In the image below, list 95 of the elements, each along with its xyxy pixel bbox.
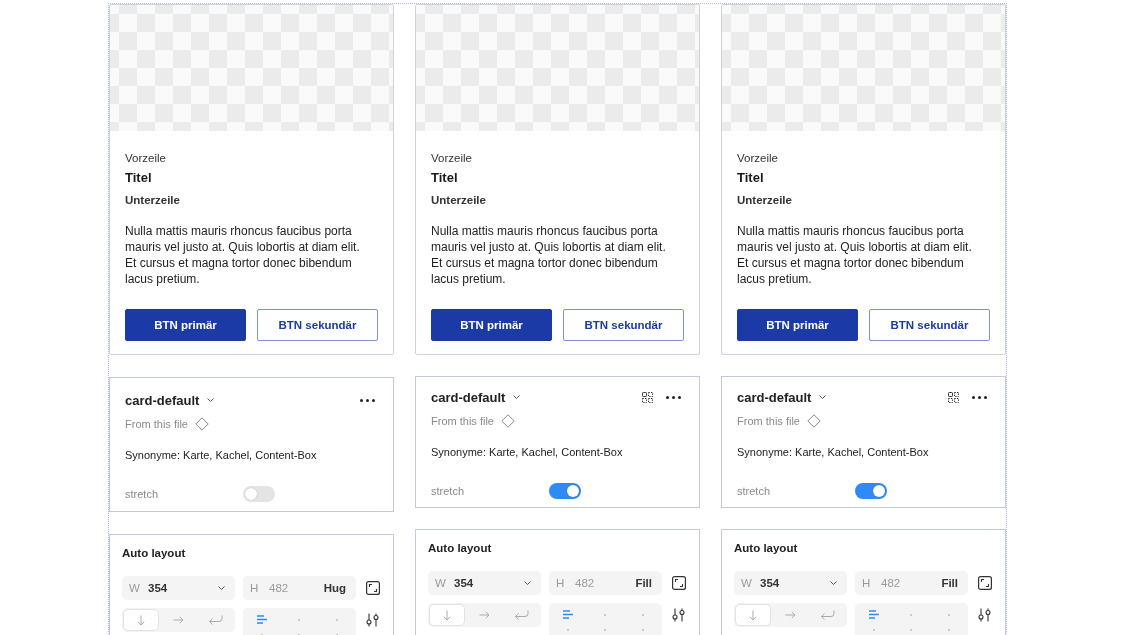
align-lines-icon xyxy=(868,610,879,619)
card-title: Titel xyxy=(431,169,458,187)
field-label: W xyxy=(129,582,141,594)
dashed-squares-icon[interactable] xyxy=(642,391,653,403)
direction-option[interactable] xyxy=(429,604,466,626)
card-subtitle: Unterzeile xyxy=(737,193,792,208)
dot-icon xyxy=(604,628,607,631)
align-lines-icon xyxy=(256,615,267,624)
primary-button[interactable]: BTN primär xyxy=(737,309,858,341)
card-subtitle: Unterzeile xyxy=(431,193,486,208)
primary-button[interactable]: BTN primär xyxy=(125,309,246,341)
width-field[interactable]: W 354 xyxy=(122,576,235,600)
more-options-icon[interactable] xyxy=(360,398,375,402)
dashed-squares-icon[interactable] xyxy=(948,391,959,403)
stretch-toggle[interactable] xyxy=(855,483,887,499)
arrow-down-icon xyxy=(137,614,146,626)
dot-icon xyxy=(872,628,875,631)
section-title: Auto layout xyxy=(122,546,187,561)
corner-brackets-icon[interactable] xyxy=(977,576,992,590)
return-arrow-icon xyxy=(514,610,530,620)
arrow-right-icon xyxy=(785,611,796,619)
more-options-icon[interactable] xyxy=(972,395,987,399)
secondary-button[interactable]: BTN sekundär xyxy=(869,309,990,341)
diamond-icon xyxy=(500,414,515,428)
dot-icon xyxy=(642,613,645,616)
field-value: 354 xyxy=(454,577,474,589)
secondary-button[interactable]: BTN sekundär xyxy=(257,309,378,341)
component-name: card-default xyxy=(431,389,506,405)
arrow-down-icon xyxy=(749,609,758,621)
align-lines-icon xyxy=(562,610,573,619)
dot-icon xyxy=(566,628,569,631)
direction-option[interactable] xyxy=(123,609,160,631)
card-body-text: Nulla mattis mauris rhoncus faucibus porta mauris vel justo at. Quis lobortis at diam elit. Et cursus et magna tortor donec bibendum lacus pretium. xyxy=(125,223,361,287)
return-arrow-icon xyxy=(820,610,836,620)
width-field[interactable]: W 354 xyxy=(428,571,541,595)
component-name: card-default xyxy=(125,392,200,408)
chevron-down-icon[interactable] xyxy=(513,395,521,399)
source-label: From this file xyxy=(737,415,800,427)
card-overline: Vorzeile xyxy=(431,151,472,166)
dot-icon xyxy=(336,618,339,621)
sliders-icon[interactable] xyxy=(978,608,991,622)
dot-icon xyxy=(910,613,913,616)
primary-button[interactable]: BTN primär xyxy=(431,309,552,341)
section-title: Auto layout xyxy=(734,541,799,556)
property-label: stretch xyxy=(737,485,771,497)
arrow-right-icon xyxy=(173,616,184,624)
chevron-down-icon[interactable] xyxy=(830,581,837,585)
diamond-icon xyxy=(194,417,209,431)
stretch-toggle[interactable] xyxy=(549,483,581,499)
property-label: stretch xyxy=(431,485,465,497)
field-label: W xyxy=(741,577,753,589)
card-body-text: Nulla mattis mauris rhoncus faucibus porta mauris vel justo at. Quis lobortis at diam elit. Et cursus et magna tortor donec bibendum lacus pretium. xyxy=(431,223,667,287)
dot-icon xyxy=(298,618,301,621)
field-value: 354 xyxy=(148,582,168,594)
source-label: From this file xyxy=(125,418,188,430)
component-description: Synonyme: Karte, Kachel, Content-Box xyxy=(125,448,318,463)
chevron-down-icon[interactable] xyxy=(218,586,225,590)
dot-icon xyxy=(948,628,951,631)
chevron-down-icon[interactable] xyxy=(524,581,531,585)
sliders-icon[interactable] xyxy=(366,613,379,627)
card-body-text: Nulla mattis mauris rhoncus faucibus porta mauris vel justo at. Quis lobortis at diam elit. Et cursus et magna tortor donec bibendum lacus pretium. xyxy=(737,223,973,287)
card-subtitle: Unterzeile xyxy=(125,193,180,208)
field-label: H xyxy=(250,582,260,594)
component-name: card-default xyxy=(737,389,812,405)
sliders-icon[interactable] xyxy=(672,608,685,622)
field-label: W xyxy=(435,577,447,589)
secondary-button[interactable]: BTN sekundär xyxy=(563,309,684,341)
dot-icon xyxy=(948,613,951,616)
card-overline: Vorzeile xyxy=(125,151,166,166)
corner-brackets-icon[interactable] xyxy=(365,581,380,595)
field-label: H xyxy=(556,577,566,589)
diamond-icon xyxy=(806,414,821,428)
dot-icon xyxy=(604,613,607,616)
source-label: From this file xyxy=(431,415,494,427)
width-field[interactable]: W 354 xyxy=(734,571,847,595)
return-arrow-icon xyxy=(208,615,224,625)
card-title: Titel xyxy=(125,169,152,187)
section-title: Auto layout xyxy=(428,541,493,556)
chevron-down-icon[interactable] xyxy=(207,398,215,402)
dot-icon xyxy=(642,628,645,631)
card-overline: Vorzeile xyxy=(737,151,778,166)
field-label: H xyxy=(862,577,872,589)
dot-icon xyxy=(910,628,913,631)
stretch-toggle[interactable] xyxy=(243,486,275,502)
component-description: Synonyme: Karte, Kachel, Content-Box xyxy=(431,445,624,460)
more-options-icon[interactable] xyxy=(666,395,681,399)
direction-option[interactable] xyxy=(735,604,772,626)
arrow-right-icon xyxy=(479,611,490,619)
arrow-down-icon xyxy=(443,609,452,621)
field-value: 354 xyxy=(760,577,780,589)
chevron-down-icon[interactable] xyxy=(819,395,827,399)
corner-brackets-icon[interactable] xyxy=(671,576,686,590)
component-description: Synonyme: Karte, Kachel, Content-Box xyxy=(737,445,930,460)
card-title: Titel xyxy=(737,169,764,187)
property-label: stretch xyxy=(125,488,159,500)
